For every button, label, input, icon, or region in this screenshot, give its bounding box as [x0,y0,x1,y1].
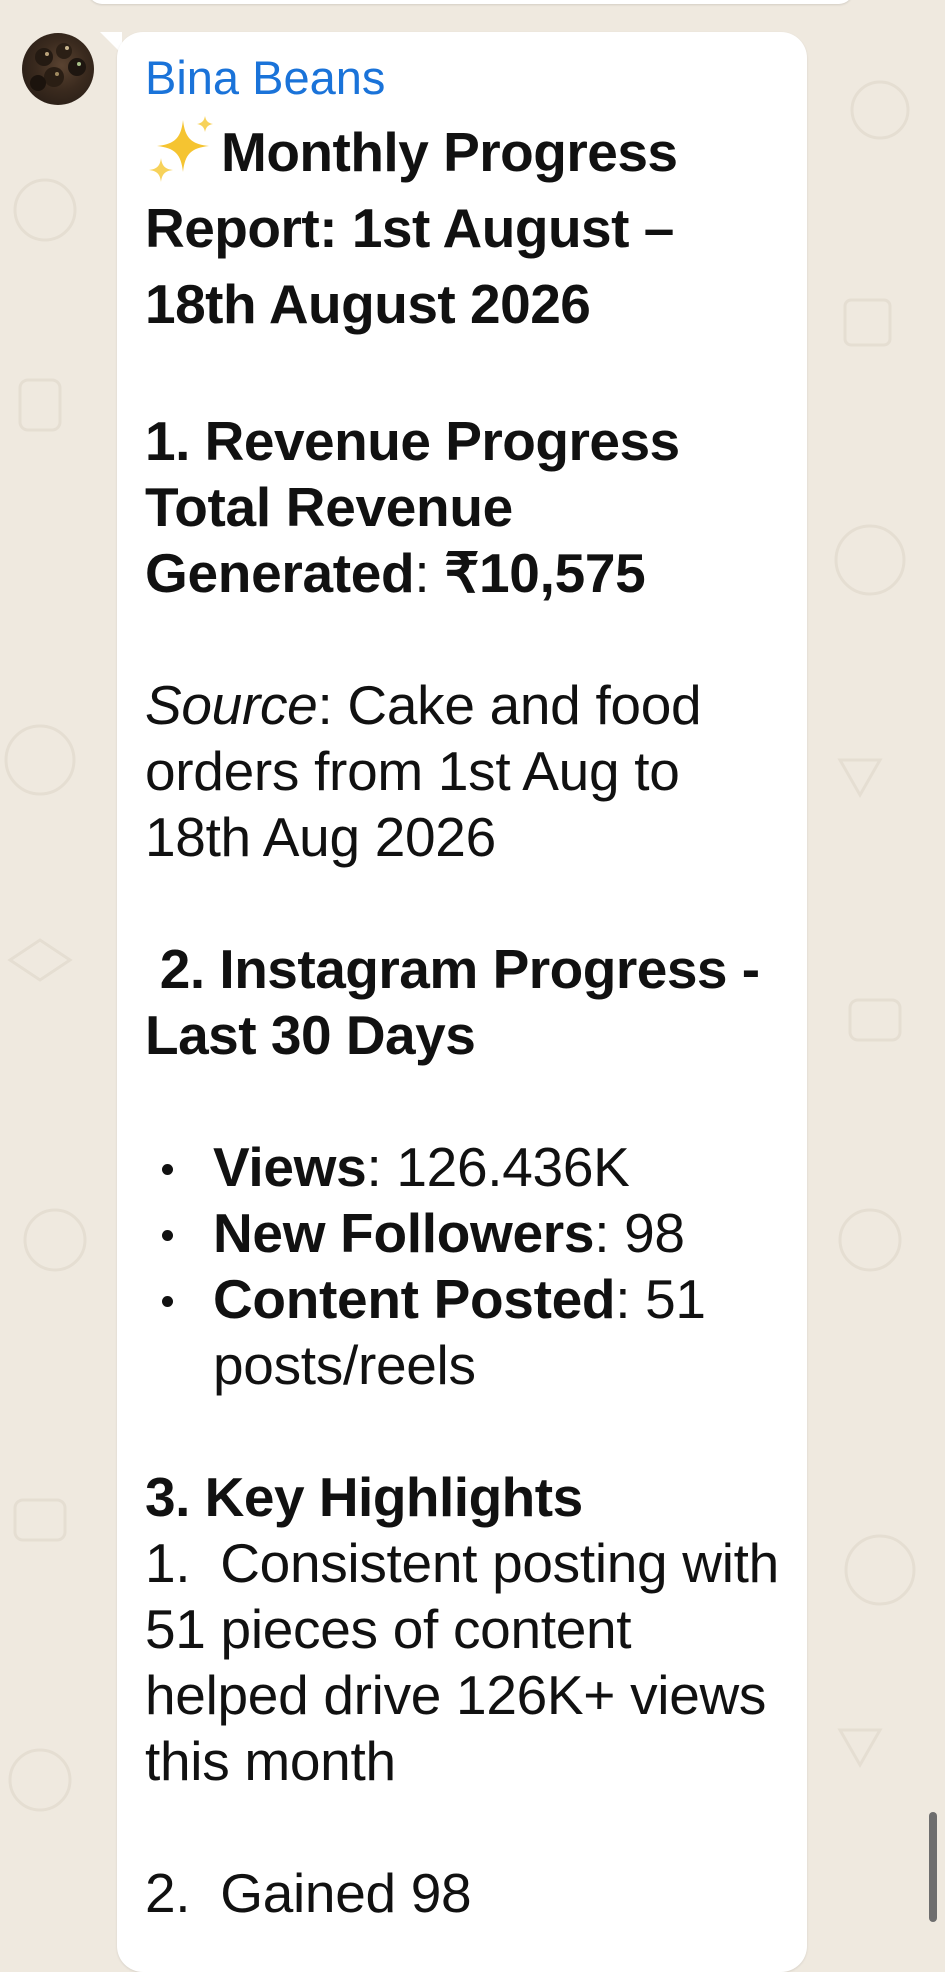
sender-avatar[interactable] [22,33,94,105]
previous-message-bubble [88,0,853,4]
revenue-total-separator: : [414,542,445,604]
highlights-heading: 3. Key Highlights [145,1466,583,1528]
instagram-stats-list: Views: 126.436K New Followers: 98 Conten… [145,1134,785,1398]
sender-name[interactable]: Bina Beans [145,50,785,106]
report-title-text: Monthly Progress Report: 1st August – 18… [145,121,678,335]
bullet-icon [162,1164,173,1175]
stat-value: : 126.436K [366,1136,630,1198]
list-item: Content Posted: 51 posts/reels [145,1266,785,1398]
revenue-source: Source: Cake and food orders from 1st Au… [145,672,785,870]
stat-label: New Followers [213,1202,595,1264]
highlight-item-2: 2. Gained 98 [145,1862,472,1924]
revenue-heading: 1. Revenue Progress [145,410,680,472]
stat-label: Views [213,1136,367,1198]
list-item: Views: 126.436K [145,1134,785,1200]
stat-label: Content Posted [213,1268,616,1330]
revenue-total: Total Revenue Generated: ₹10,575 [145,474,785,606]
source-label: Source [145,674,318,736]
stat-value: : 98 [594,1202,685,1264]
sparkles-icon [145,112,221,188]
message-content: Bina Beans Monthly Progress Report: 1st … [145,50,785,1926]
bullet-icon [162,1296,173,1307]
instagram-heading: 2. Instagram Progress - Last 30 Days [145,938,775,1066]
revenue-total-value: ₹10,575 [444,542,646,604]
list-item: New Followers: 98 [145,1200,785,1266]
report-title: Monthly Progress Report: 1st August – 18… [145,114,785,342]
highlight-item-1: 1. Consistent posting with 51 pieces of … [145,1532,779,1792]
bullet-icon [162,1230,173,1241]
scrollbar-thumb[interactable] [929,1812,937,1922]
